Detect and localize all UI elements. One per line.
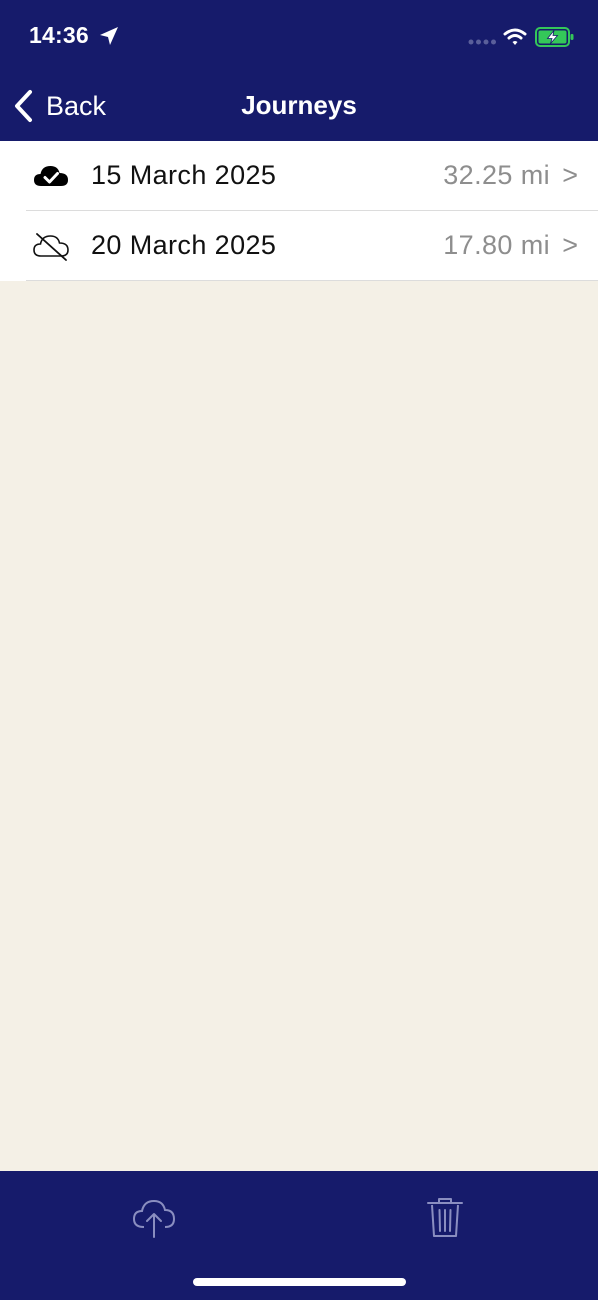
signal-dots-icon — [468, 39, 496, 45]
battery-charging-icon — [535, 27, 574, 47]
journey-row[interactable]: 15 March 2025 32.25 mi > — [0, 141, 598, 211]
chevron-right-icon: > — [562, 160, 578, 190]
chevron-right-icon: > — [562, 230, 578, 260]
bottom-toolbar — [0, 1171, 598, 1300]
navigation-header: 14:36 Back Journeys — [0, 0, 598, 141]
trash-icon[interactable] — [424, 1195, 466, 1239]
page-title: Journeys — [241, 90, 357, 120]
location-arrow-icon — [100, 27, 118, 45]
status-time: 14:36 — [29, 22, 89, 48]
cloud-check-icon — [34, 166, 68, 186]
journey-list: 15 March 2025 32.25 mi > 20 March 2025 1… — [0, 141, 598, 281]
journey-date: 15 March 2025 — [91, 160, 277, 190]
journey-distance: 17.80 mi — [443, 230, 550, 260]
wifi-icon — [503, 28, 527, 45]
journey-date: 20 March 2025 — [91, 230, 277, 260]
journey-row[interactable]: 20 March 2025 17.80 mi > — [0, 211, 598, 281]
journey-distance: 32.25 mi — [443, 160, 550, 190]
cloud-upload-icon[interactable] — [130, 1195, 178, 1239]
cloud-slash-icon — [33, 233, 69, 261]
home-indicator — [193, 1278, 406, 1286]
